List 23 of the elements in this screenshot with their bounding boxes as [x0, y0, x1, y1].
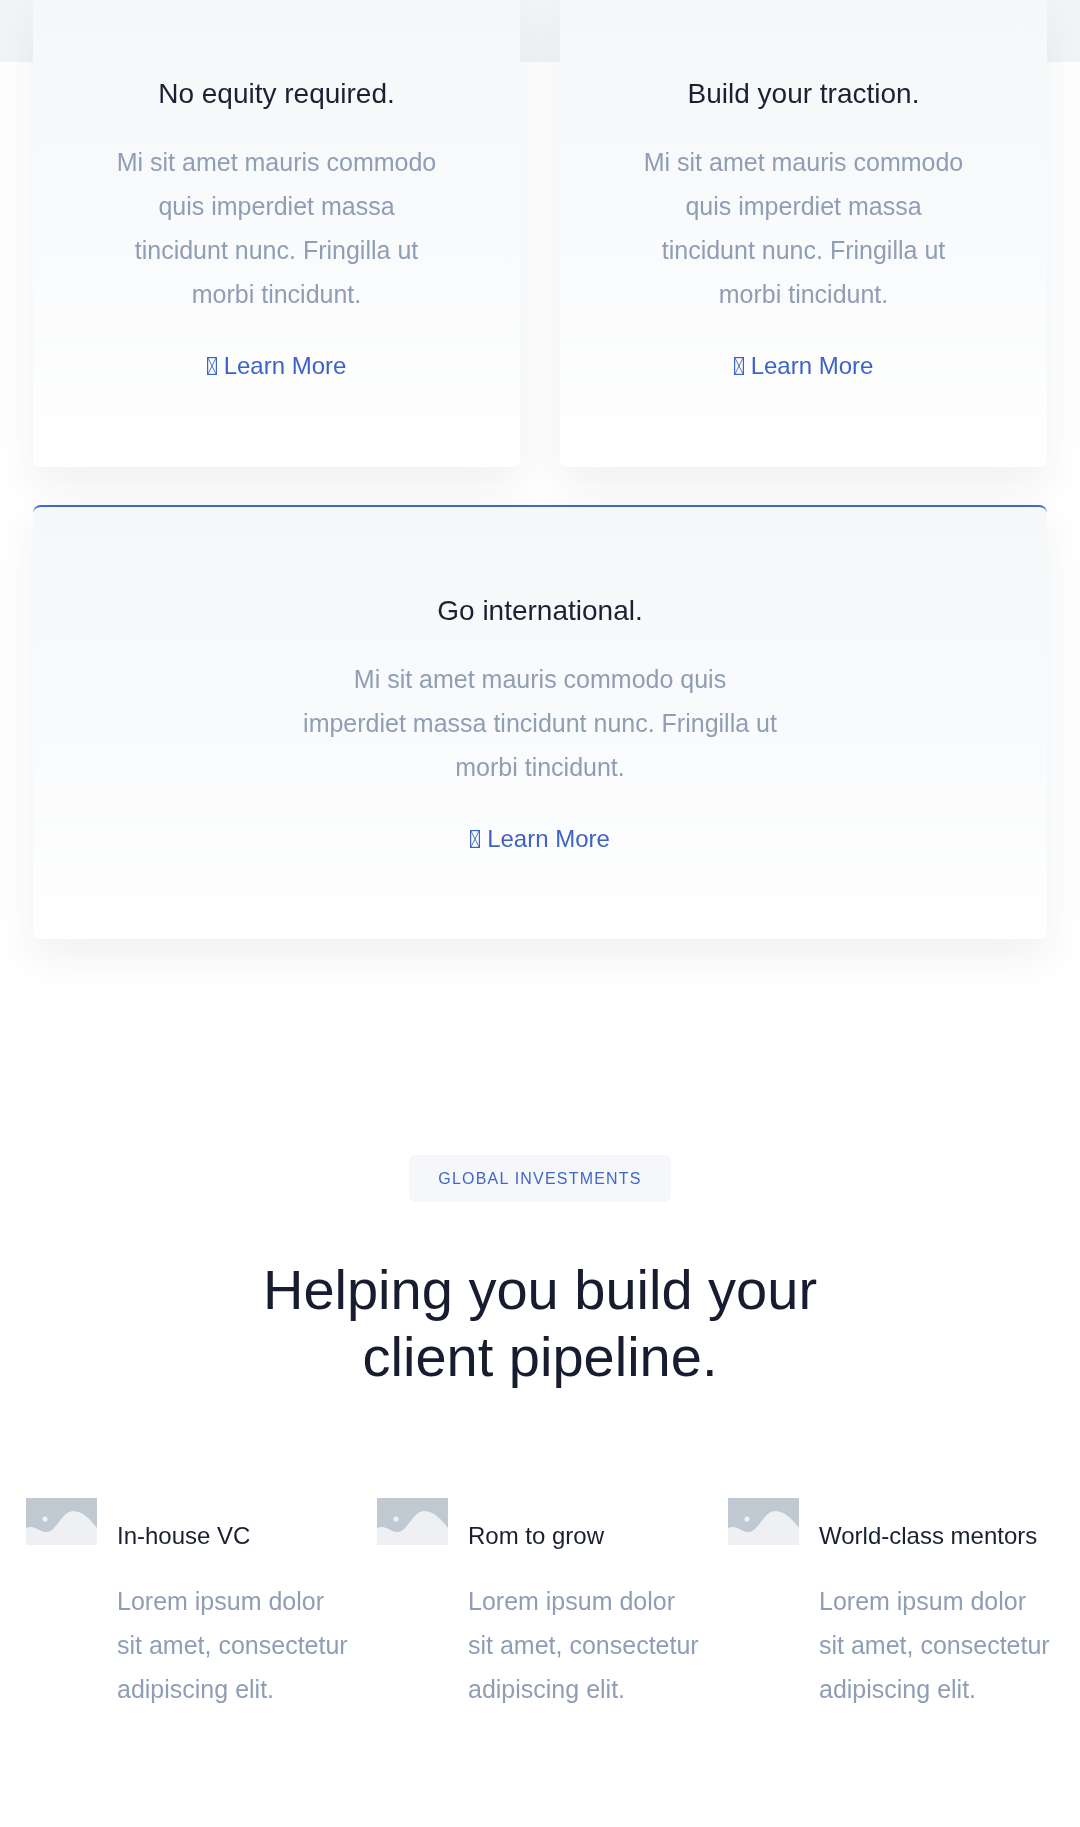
- crossed-box-icon: [470, 830, 481, 848]
- learn-more-link[interactable]: Learn More: [470, 824, 610, 854]
- image-placeholder-icon: [26, 1498, 97, 1545]
- feature-title: In-house VC: [117, 1521, 252, 1551]
- learn-more-link[interactable]: Learn More: [733, 351, 874, 381]
- feature-text: Lorem ipsum dolor sit amet, consectetur adipiscing elit.: [819, 1586, 1051, 1705]
- crossed-box-icon: [206, 357, 217, 375]
- feature-text: Lorem ipsum dolor sit amet, consectetur adipiscing elit.: [468, 1586, 700, 1705]
- card-text: Mi sit amet mauris commodo quis imperdiet massa tincidunt nunc. Fringilla ut morbi tincidunt.: [642, 147, 965, 310]
- crossed-box-icon: [733, 357, 744, 375]
- image-placeholder-icon: [728, 1498, 799, 1545]
- card-title: Go international.: [436, 594, 644, 628]
- learn-more-link[interactable]: Learn More: [206, 351, 347, 381]
- card-title: Build your traction.: [686, 77, 921, 111]
- feature-title: Rom to grow: [468, 1521, 606, 1551]
- section-badge: GLOBAL INVESTMENTS: [409, 1155, 671, 1202]
- card-text: Mi sit amet mauris commodo quis imperdiet massa tincidunt nunc. Fringilla ut morbi tincidunt.: [115, 147, 438, 310]
- image-placeholder-icon: [377, 1498, 448, 1545]
- card-title: No equity required.: [157, 77, 396, 111]
- card-text: Mi sit amet mauris commodo quis imperdiet massa tincidunt nunc. Fringilla ut morbi tincidunt.: [302, 664, 778, 783]
- section-heading: Helping you build your client pipeline.: [261, 1257, 819, 1390]
- feature-text: Lorem ipsum dolor sit amet, consectetur adipiscing elit.: [117, 1586, 349, 1705]
- feature-title: World-class mentors: [819, 1521, 1039, 1551]
